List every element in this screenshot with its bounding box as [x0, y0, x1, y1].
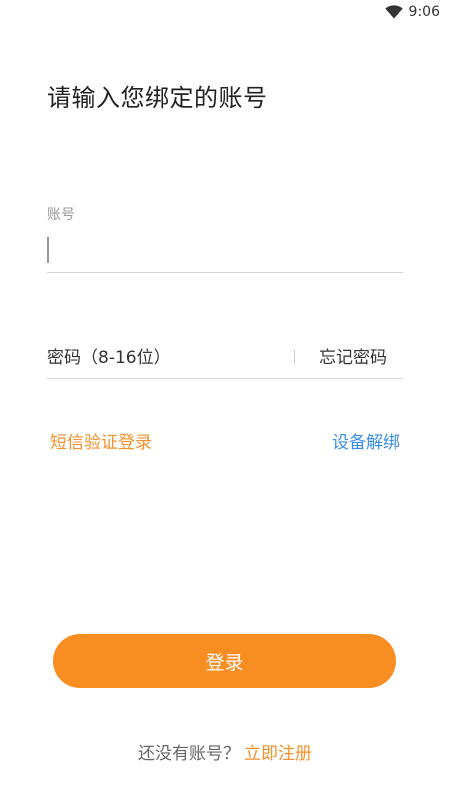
status-indicators: 9:06 [384, 2, 440, 22]
password-input[interactable] [47, 338, 287, 378]
forgot-password-link[interactable]: 忘记密码 [319, 338, 387, 378]
register-prompt: 还没有账号？ [138, 744, 240, 764]
sms-login-link[interactable]: 短信验证登录 [50, 428, 152, 453]
page-title: 请输入您绑定的账号 [47, 84, 268, 112]
field-divider [294, 350, 295, 364]
login-button[interactable]: 登录 [53, 634, 396, 688]
account-field[interactable] [47, 232, 403, 273]
register-row: 还没有账号？ 立即注册 [0, 739, 450, 764]
status-bar: 9:06 [0, 0, 450, 24]
password-field[interactable]: 忘记密码 [47, 338, 403, 379]
device-unbind-link[interactable]: 设备解绑 [332, 428, 400, 453]
account-label: 账号 [47, 207, 75, 223]
text-cursor [47, 237, 49, 263]
status-time: 9:06 [408, 4, 440, 20]
wifi-icon [384, 5, 403, 19]
account-input[interactable] [47, 232, 403, 272]
register-link[interactable]: 立即注册 [244, 744, 312, 764]
